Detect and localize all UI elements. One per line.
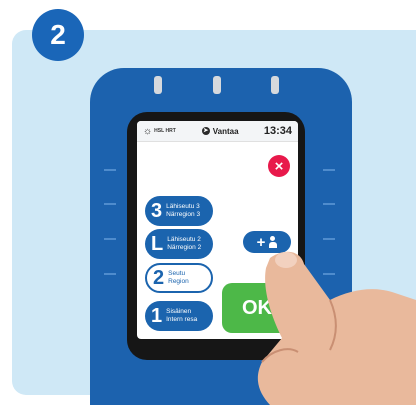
- hand-pointing-illustration: [257, 251, 416, 405]
